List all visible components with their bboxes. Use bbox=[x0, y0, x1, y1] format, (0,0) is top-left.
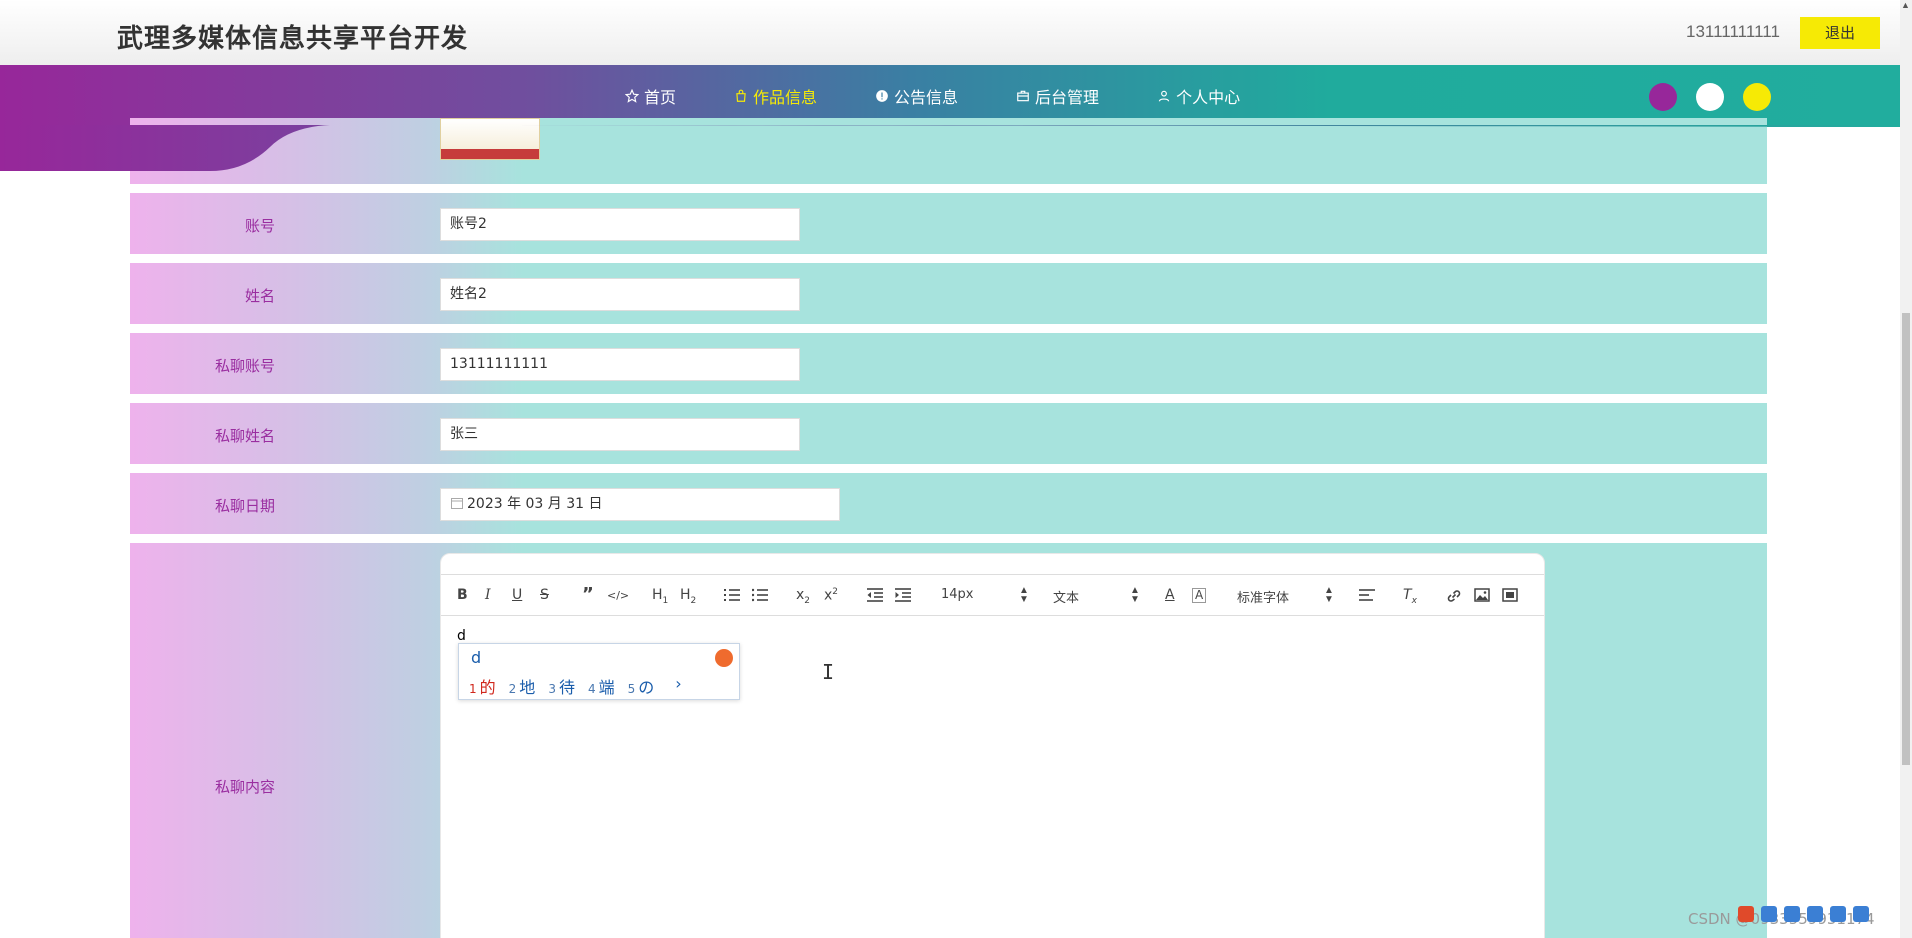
form-row-name: 姓名 姓名2 bbox=[130, 263, 1767, 324]
nav-item-home[interactable]: 首页 bbox=[625, 84, 676, 108]
outdent-icon[interactable] bbox=[867, 588, 883, 602]
ime-candidates: 1的 2地 3待 4端 5の › bbox=[469, 674, 682, 698]
ime-candidate-popup: d 1的 2地 3待 4端 5の › bbox=[458, 643, 740, 700]
chat-account-label: 私聊账号 bbox=[214, 357, 275, 375]
bullet-list-icon[interactable] bbox=[752, 588, 768, 602]
theme-purple-button[interactable] bbox=[1649, 83, 1677, 111]
scroll-up-icon[interactable]: ▲ bbox=[1901, 0, 1910, 10]
ime-candidate[interactable]: 1的 bbox=[469, 674, 496, 698]
ime-candidate[interactable]: 2地 bbox=[509, 674, 536, 698]
align-icon[interactable] bbox=[1359, 589, 1375, 601]
user-icon bbox=[1158, 90, 1170, 102]
nav-item-admin[interactable]: 后台管理 bbox=[1016, 84, 1099, 108]
rich-text-editor: B I U S ” </> H1 H2 x2 x2 14px ▲ ▼ 文本 ▲ ▼ … bbox=[440, 553, 1545, 938]
chat-account-input[interactable]: 13111111111 bbox=[440, 348, 800, 381]
blockquote-icon[interactable]: ” bbox=[582, 584, 594, 605]
editor-content[interactable]: d bbox=[457, 628, 466, 644]
video-icon[interactable] bbox=[1502, 588, 1518, 602]
calendar-icon bbox=[451, 498, 463, 509]
page: 武理多媒体信息共享平台开发 13111111111 退出 首页 作品信息 公告信… bbox=[0, 0, 1912, 938]
italic-icon[interactable]: I bbox=[485, 587, 491, 603]
current-user: 13111111111 bbox=[1686, 22, 1780, 41]
chat-name-label: 私聊姓名 bbox=[214, 427, 275, 445]
ime-logo-icon bbox=[715, 649, 733, 667]
nav-wave-decoration bbox=[0, 125, 1900, 171]
tray-icon[interactable] bbox=[1853, 906, 1869, 922]
site-title: 武理多媒体信息共享平台开发 bbox=[117, 24, 469, 54]
superscript-icon[interactable]: x2 bbox=[824, 587, 838, 604]
subscript-icon[interactable]: x2 bbox=[796, 587, 810, 606]
chevron-updown-icon: ▲ ▼ bbox=[1130, 585, 1140, 605]
nav-item-notices[interactable]: 公告信息 bbox=[875, 84, 958, 108]
form-row-account: 账号 账号2 bbox=[130, 193, 1767, 254]
chat-name-input[interactable]: 张三 bbox=[440, 418, 800, 451]
ime-input-text: d bbox=[471, 648, 482, 667]
font-family-select[interactable]: 标准字体 bbox=[1237, 587, 1289, 606]
tray-icon[interactable] bbox=[1784, 906, 1800, 922]
ime-candidate[interactable]: 5の bbox=[628, 674, 655, 698]
form-row-chat-name: 私聊姓名 张三 bbox=[130, 403, 1767, 464]
strikethrough-icon[interactable]: S bbox=[540, 587, 549, 603]
bold-icon[interactable]: B bbox=[457, 587, 468, 603]
text-cursor-icon: I bbox=[822, 660, 835, 684]
heading-select[interactable]: 文本 bbox=[1053, 587, 1079, 606]
code-block-icon[interactable]: </> bbox=[607, 589, 629, 602]
ime-candidate[interactable]: 4端 bbox=[588, 674, 615, 698]
ime-candidate[interactable]: 3待 bbox=[548, 674, 575, 698]
chat-date-value: 2023 年 03 月 31 日 bbox=[467, 496, 603, 512]
chevron-updown-icon: ▲ ▼ bbox=[1019, 585, 1029, 605]
theme-yellow-button[interactable] bbox=[1743, 83, 1771, 111]
star-icon bbox=[625, 89, 639, 103]
bag-icon bbox=[736, 89, 746, 102]
form-row-chat-date: 私聊日期 2023 年 03 月 31 日 bbox=[130, 473, 1767, 534]
nav-item-label: 个人中心 bbox=[1176, 88, 1241, 107]
image-icon[interactable] bbox=[1474, 588, 1490, 602]
font-size-select[interactable]: 14px bbox=[941, 587, 974, 602]
system-tray bbox=[1738, 906, 1876, 922]
form-row-chat-account: 私聊账号 13111111111 bbox=[130, 333, 1767, 394]
heading2-icon[interactable]: H2 bbox=[680, 587, 696, 606]
nav-item-label: 公告信息 bbox=[894, 88, 959, 107]
top-bar: 武理多媒体信息共享平台开发 13111111111 退出 bbox=[0, 0, 1900, 65]
briefcase-icon bbox=[1017, 90, 1029, 102]
nav-item-profile[interactable]: 个人中心 bbox=[1157, 84, 1240, 108]
font-color-icon[interactable]: A bbox=[1165, 587, 1175, 603]
ordered-list-icon[interactable] bbox=[724, 588, 740, 602]
account-label: 账号 bbox=[244, 217, 275, 235]
nav-item-label: 首页 bbox=[644, 88, 677, 107]
chat-content-label: 私聊内容 bbox=[214, 778, 275, 796]
indent-icon[interactable] bbox=[895, 588, 911, 602]
tray-icon[interactable] bbox=[1807, 906, 1823, 922]
nav-item-works[interactable]: 作品信息 bbox=[734, 84, 817, 108]
nav-item-label: 后台管理 bbox=[1035, 88, 1100, 107]
heading1-icon[interactable]: H1 bbox=[652, 587, 668, 606]
editor-toolbar: B I U S ” </> H1 H2 x2 x2 14px ▲ ▼ 文本 ▲ ▼ … bbox=[441, 574, 1544, 616]
logout-button[interactable]: 退出 bbox=[1800, 17, 1880, 49]
tray-icon[interactable] bbox=[1830, 906, 1846, 922]
info-icon bbox=[876, 90, 888, 102]
ime-next-page-icon[interactable]: › bbox=[675, 674, 681, 698]
theme-white-button[interactable] bbox=[1696, 83, 1724, 111]
link-icon[interactable] bbox=[1446, 588, 1462, 604]
name-input[interactable]: 姓名2 bbox=[440, 278, 800, 311]
chevron-updown-icon: ▲ ▼ bbox=[1324, 585, 1334, 605]
nav-item-label: 作品信息 bbox=[753, 88, 818, 107]
scrollbar-thumb[interactable] bbox=[1902, 313, 1910, 765]
name-label: 姓名 bbox=[244, 287, 275, 305]
background-color-icon[interactable]: A bbox=[1192, 588, 1207, 603]
underline-icon[interactable]: U bbox=[512, 587, 522, 603]
tray-icon[interactable] bbox=[1761, 906, 1777, 922]
chat-date-picker[interactable]: 2023 年 03 月 31 日 bbox=[440, 488, 840, 521]
clear-format-icon[interactable]: Tx bbox=[1403, 587, 1417, 606]
chat-date-label: 私聊日期 bbox=[214, 497, 275, 515]
account-input[interactable]: 账号2 bbox=[440, 208, 800, 241]
ime-tray-icon[interactable] bbox=[1738, 906, 1754, 922]
